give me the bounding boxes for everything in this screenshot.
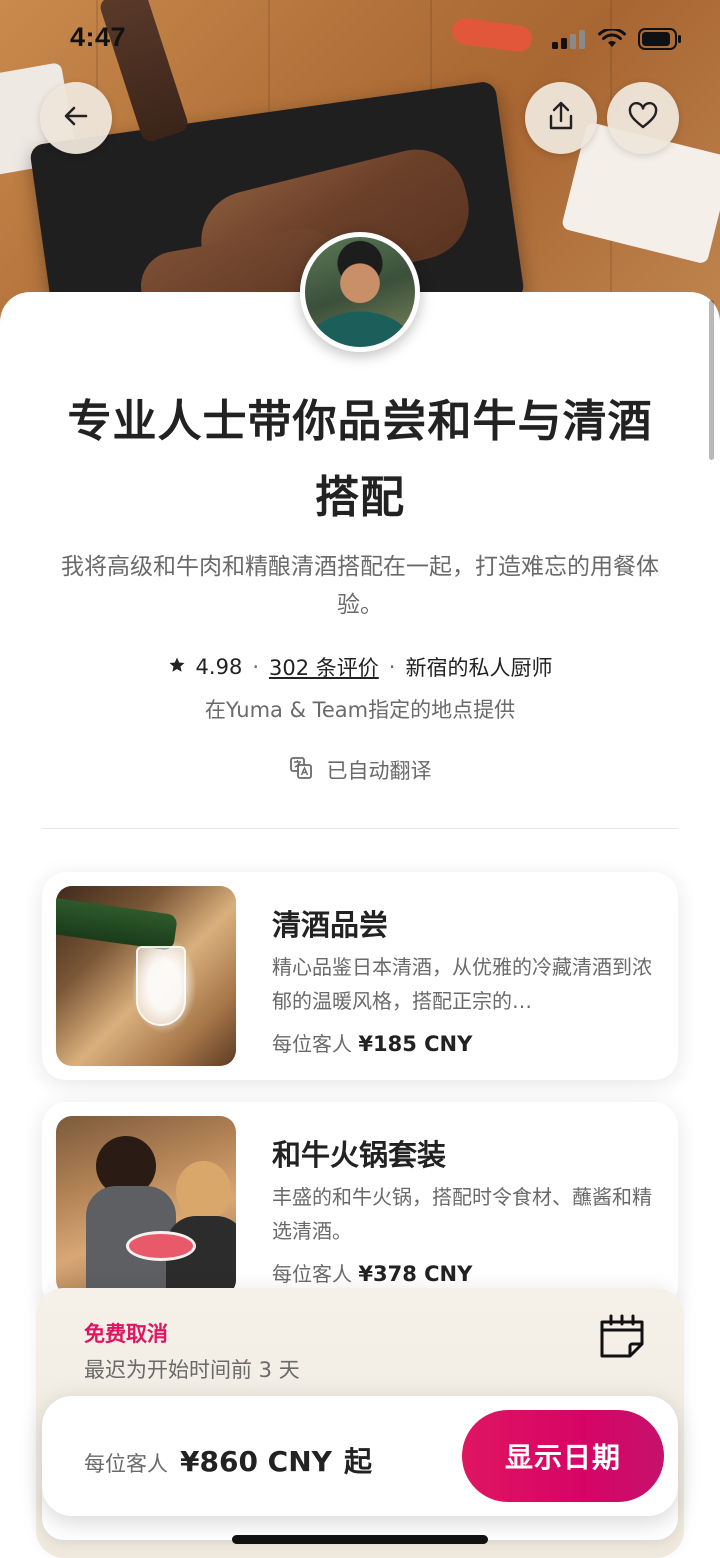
battery-icon [638, 28, 682, 54]
host-avatar[interactable] [300, 232, 420, 352]
offering-image [56, 1116, 236, 1296]
arrow-left-icon [62, 102, 90, 134]
translated-label: 已自动翻译 [326, 759, 432, 783]
offering-card[interactable]: 和牛火锅套装 丰盛的和牛火锅，搭配时令食材、蘸酱和精选清酒。 每位客人 ¥378… [42, 1102, 678, 1310]
favorite-button[interactable] [607, 82, 679, 154]
share-button[interactable] [525, 82, 597, 154]
offering-image [56, 886, 236, 1066]
offering-price: 每位客人 ¥378 CNY [272, 1258, 472, 1287]
status-bar: 4:47 [0, 0, 720, 80]
offering-description: 丰盛的和牛火锅，搭配时令食材、蘸酱和精选清酒。 [272, 1185, 652, 1243]
back-button[interactable] [40, 82, 112, 154]
price-value: ¥378 CNY [358, 1262, 473, 1286]
divider [42, 828, 678, 829]
experience-description: 我将高级和牛肉和精酿清酒搭配在一起，打造难忘的用餐体验。 [61, 554, 659, 618]
rating-row: 4.98 · 302 条评价 · 新宿的私人厨师 [0, 652, 720, 682]
location-text: 在Yuma & Team指定的地点提供 [204, 698, 516, 722]
page-title: 专业人士带你品尝和牛与清酒 搭配 [30, 384, 690, 536]
status-time: 4:47 [70, 22, 127, 52]
offering-title: 清酒品尝 [272, 908, 389, 942]
heart-icon [628, 101, 658, 134]
booking-price: 每位客人 ¥860 CNY 起 [84, 1440, 372, 1480]
star-icon [168, 655, 186, 679]
title-line-2: 搭配 [315, 472, 405, 523]
booking-price-value: ¥860 CNY [180, 1445, 332, 1478]
reviews-link[interactable]: 302 条评价 [269, 652, 379, 682]
translate-icon [289, 756, 313, 785]
calendar-icon [596, 1310, 648, 1366]
price-prefix: 每位客人 [272, 1032, 352, 1056]
cellular-signal-icon [552, 29, 586, 53]
auto-translated-row[interactable]: 已自动翻译 [0, 755, 720, 785]
price-value: ¥185 CNY [358, 1032, 473, 1056]
offering-card[interactable]: 清酒品尝 精心品鉴日本清酒，从优雅的冷藏清酒到浓郁的温暖风格，搭配正宗的… 每位… [42, 872, 678, 1080]
offering-title: 和牛火锅套装 [272, 1138, 447, 1172]
show-dates-button[interactable]: 显示日期 [462, 1410, 664, 1502]
booking-bar: 每位客人 ¥860 CNY 起 显示日期 [42, 1396, 678, 1516]
booking-price-prefix: 每位客人 [84, 1452, 168, 1476]
free-cancellation-title: 免费取消 [84, 1322, 168, 1346]
home-indicator[interactable] [232, 1535, 488, 1544]
scrollbar[interactable] [709, 300, 714, 460]
booking-price-suffix: 起 [343, 1445, 372, 1478]
cancellation-note: 最迟为开始时间前 3 天 [84, 1358, 300, 1382]
share-icon [547, 101, 575, 135]
price-prefix: 每位客人 [272, 1262, 352, 1286]
offering-price: 每位客人 ¥185 CNY [272, 1028, 472, 1057]
host-type: 新宿的私人厨师 [405, 656, 553, 680]
wifi-icon [598, 27, 626, 53]
title-line-1: 专业人士带你品尝和牛与清酒 [67, 396, 653, 447]
rating-value: 4.98 [195, 655, 243, 679]
offering-description: 精心品鉴日本清酒，从优雅的冷藏清酒到浓郁的温暖风格，搭配正宗的… [272, 955, 652, 1013]
